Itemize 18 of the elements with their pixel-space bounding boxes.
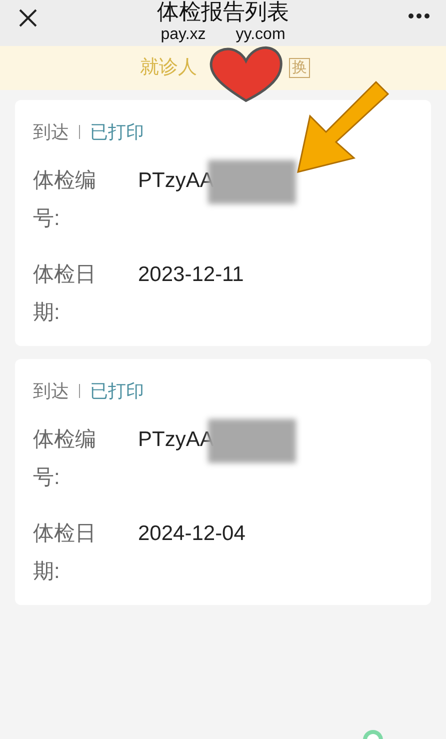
field-value: PTzyAA: [138, 427, 214, 453]
field-label: 体检编号:: [33, 427, 97, 491]
field-value: PTzyAA: [138, 168, 214, 194]
print-status: 已打印: [90, 380, 144, 403]
field-value: 2024-12-04: [138, 521, 246, 547]
page-url: yy.com: [236, 26, 286, 44]
field-value: 2023-12-11: [138, 262, 244, 288]
arrival-status: 到达: [33, 121, 69, 144]
arrival-status: 到达: [33, 380, 69, 403]
page-url: pay.xz: [160, 26, 206, 44]
page-title: 体检报告列表: [157, 1, 289, 23]
field-label: 体检编号:: [33, 168, 97, 232]
field-label: 体检日期:: [33, 521, 97, 585]
print-status: 已打印: [90, 121, 144, 144]
report-card[interactable]: 到达 已打印 体检编号: PTzyAA 体检日期: 2023-12-11: [15, 100, 431, 346]
patient-label: 就诊人: [140, 56, 197, 80]
report-card[interactable]: 到达 已打印 体检编号: PTzyAA 体检日期: 2024-12-04: [15, 359, 431, 605]
field-label: 体检日期:: [33, 262, 97, 326]
